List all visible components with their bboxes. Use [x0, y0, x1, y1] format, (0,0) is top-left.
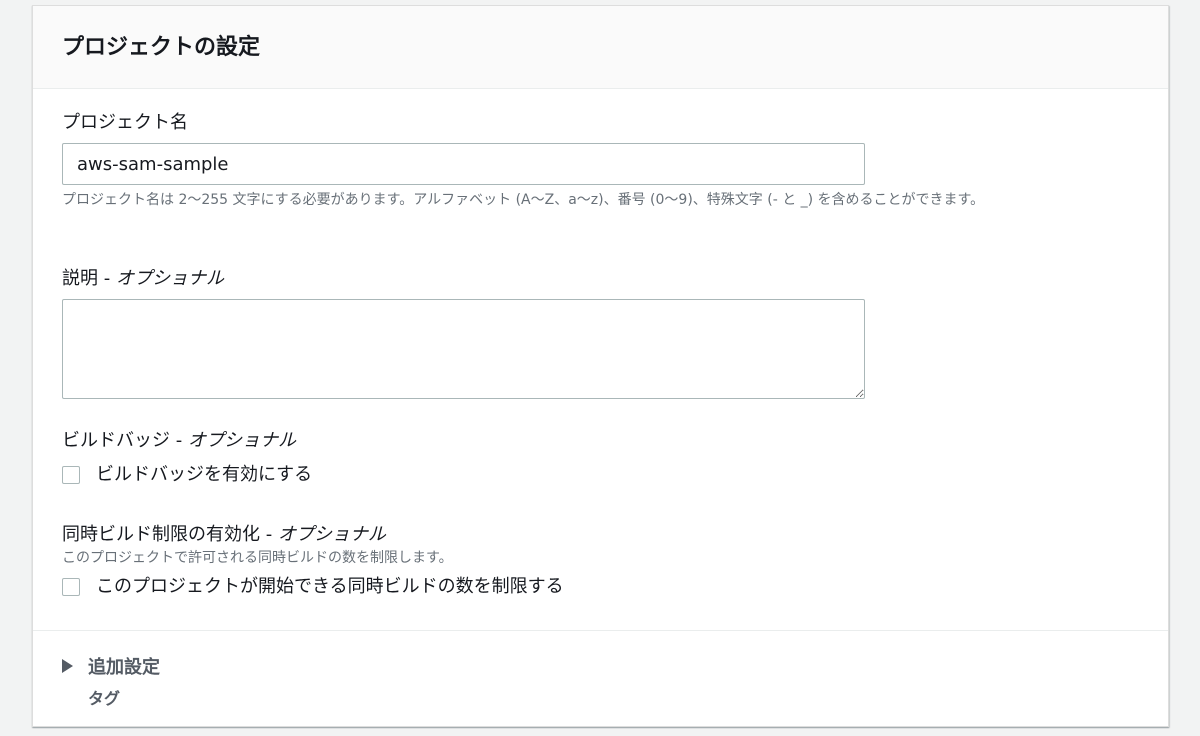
description-label: 説明 - オプショナル — [62, 267, 865, 291]
concurrent-limit-hint: このプロジェクトで許可される同時ビルドの数を制限します。 — [62, 550, 453, 566]
panel-title: プロジェクトの設定 — [62, 35, 261, 60]
project-settings-panel: プロジェクトの設定 プロジェクト名 プロジェクト名は 2〜255 文字にする必要… — [32, 5, 1169, 727]
description-textarea[interactable] — [62, 299, 865, 399]
build-badge-checkbox-label[interactable]: ビルドバッジを有効にする — [96, 463, 312, 487]
build-badge-optional: オプショナル — [187, 430, 296, 451]
panel-body: プロジェクト名 プロジェクト名は 2〜255 文字にする必要があります。アルファ… — [33, 89, 1168, 631]
additional-settings: 追加設定 タグ — [33, 631, 1168, 709]
project-name-input[interactable] — [62, 143, 865, 185]
build-badge-checkbox[interactable] — [62, 466, 80, 484]
description-section: 説明 - オプショナル — [62, 267, 865, 403]
additional-settings-toggle[interactable]: 追加設定 — [62, 653, 1168, 679]
concurrent-limit-label-text: 同時ビルド制限の有効化 - — [62, 524, 278, 545]
concurrent-limit-section: 同時ビルド制限の有効化 - オプショナル このプロジェクトで許可される同時ビルド… — [62, 523, 1142, 599]
project-name-hint: プロジェクト名は 2〜255 文字にする必要があります。アルファベット (A〜Z… — [62, 192, 985, 208]
project-name-section: プロジェクト名 プロジェクト名は 2〜255 文字にする必要があります。アルファ… — [62, 111, 1142, 209]
additional-settings-sub: タグ — [88, 689, 121, 708]
description-optional: オプショナル — [115, 268, 224, 289]
concurrent-limit-checkbox[interactable] — [62, 578, 80, 596]
build-badge-label-text: ビルドバッジ - — [62, 430, 188, 451]
build-badge-label: ビルドバッジ - オプショナル — [62, 429, 312, 453]
concurrent-limit-checkbox-row[interactable]: このプロジェクトが開始できる同時ビルドの数を制限する — [62, 575, 1142, 599]
project-name-label: プロジェクト名 — [62, 112, 188, 133]
concurrent-limit-label: 同時ビルド制限の有効化 - オプショナル — [62, 523, 1142, 547]
build-badge-section: ビルドバッジ - オプショナル ビルドバッジを有効にする — [62, 429, 312, 487]
concurrent-limit-checkbox-label[interactable]: このプロジェクトが開始できる同時ビルドの数を制限する — [96, 575, 564, 599]
caret-right-icon[interactable] — [62, 659, 73, 673]
concurrent-limit-optional: オプショナル — [277, 524, 386, 545]
panel-header: プロジェクトの設定 — [33, 6, 1168, 89]
description-label-text: 説明 - — [62, 268, 116, 289]
build-badge-checkbox-row[interactable]: ビルドバッジを有効にする — [62, 463, 312, 487]
additional-settings-label[interactable]: 追加設定 — [88, 653, 160, 679]
